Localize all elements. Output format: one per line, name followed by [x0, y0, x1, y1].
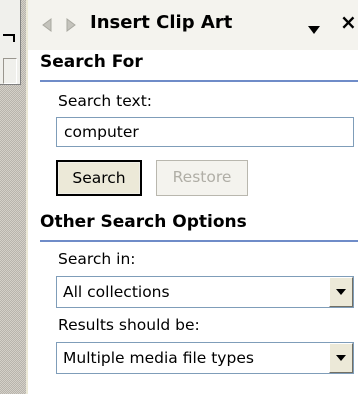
other-search-options-heading: Other Search Options	[40, 212, 358, 242]
results-type-dropdown-button[interactable]	[329, 343, 353, 373]
search-in-label: Search in:	[58, 250, 136, 268]
search-in-dropdown[interactable]: All collections	[56, 276, 354, 308]
search-text-input[interactable]	[56, 117, 354, 147]
close-icon[interactable]: ×	[340, 10, 357, 34]
task-pane-title: Insert Clip Art	[90, 12, 233, 33]
search-button[interactable]: Search	[56, 160, 142, 196]
restore-button[interactable]: Restore	[156, 160, 248, 196]
forward-arrow-icon[interactable]	[62, 17, 78, 33]
results-type-value: Multiple media file types	[63, 349, 254, 367]
search-button-label: Search	[58, 162, 140, 194]
search-in-dropdown-button[interactable]	[329, 277, 353, 307]
insert-clip-art-task-pane: Insert Clip Art × Search For Search text…	[28, 0, 358, 394]
toolbar-ridge	[3, 58, 17, 84]
search-for-heading: Search For	[40, 52, 358, 82]
results-type-dropdown[interactable]: Multiple media file types	[56, 342, 354, 374]
dropdown-triangle-icon[interactable]	[308, 20, 320, 34]
back-arrow-icon[interactable]	[40, 17, 56, 33]
toolbar-corner-icon	[3, 30, 15, 42]
search-text-label: Search text:	[58, 92, 152, 110]
task-pane-titlebar: Insert Clip Art ×	[28, 0, 358, 50]
chevron-down-icon	[336, 289, 346, 295]
search-in-value: All collections	[63, 283, 170, 301]
left-toolbar-tab[interactable]	[0, 0, 21, 85]
chevron-down-icon	[336, 355, 346, 361]
results-should-be-label: Results should be:	[58, 316, 200, 334]
